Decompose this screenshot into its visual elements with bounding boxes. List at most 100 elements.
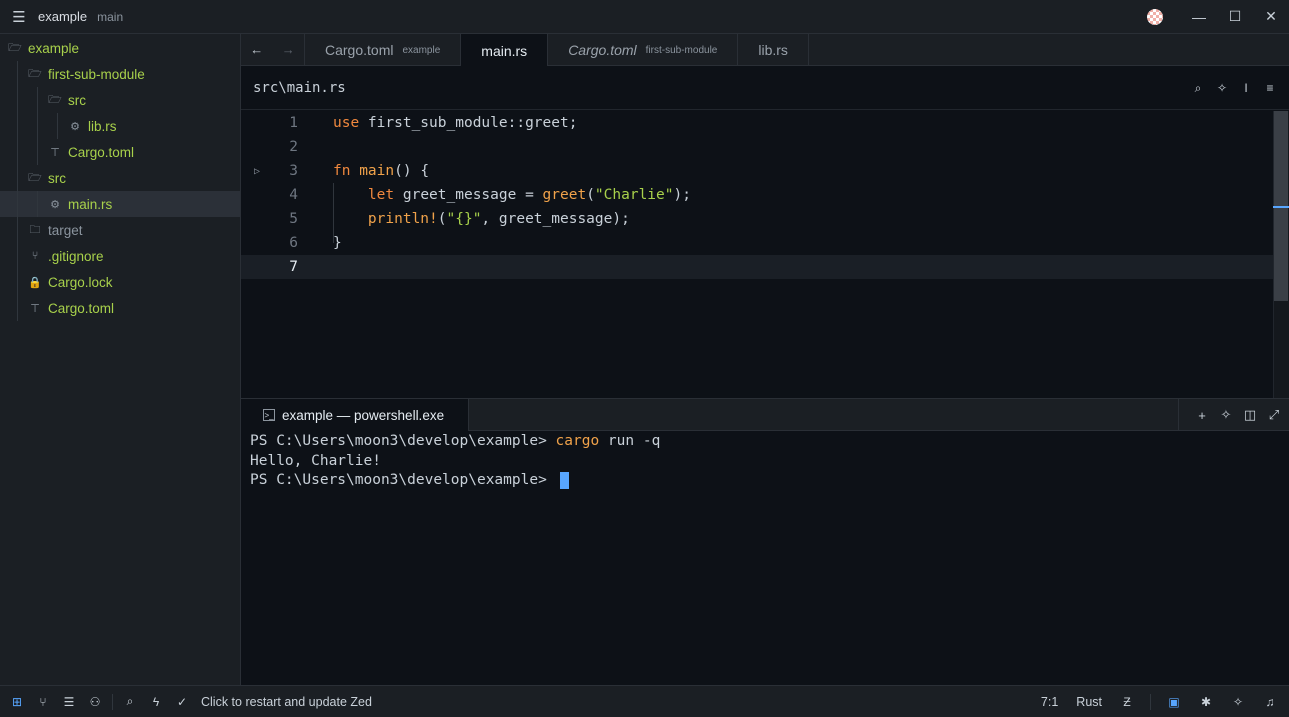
code-text: use first_sub_module::greet; bbox=[333, 115, 577, 131]
tabs: Cargo.toml example main.rs Cargo.toml first-… bbox=[305, 34, 809, 67]
check-icon[interactable]: ✓ bbox=[169, 695, 195, 709]
terminal-tab-bar: >_ example — powershell.exe + ✧ ◫ ⤢ bbox=[241, 398, 1289, 431]
lock-icon: 🔒 bbox=[28, 276, 42, 289]
tab-label: lib.rs bbox=[758, 42, 788, 58]
line-number: 3 bbox=[289, 163, 298, 179]
notification-bell-icon[interactable]: ♫ bbox=[1257, 695, 1283, 709]
maximize-button[interactable]: ☐ bbox=[1217, 0, 1253, 34]
git-icon: ⑂ bbox=[31, 250, 39, 262]
project-panel-icon[interactable]: ⊞ bbox=[4, 695, 30, 709]
code-text: let greet_message = greet("Charlie"); bbox=[333, 187, 691, 203]
assistant-sparkle-icon[interactable]: ✧ bbox=[1225, 695, 1251, 709]
tree-item[interactable]: ⚙ lib.rs bbox=[0, 113, 240, 139]
terminal-panel-icon[interactable]: ▣ bbox=[1161, 695, 1187, 709]
tree-item-label: Cargo.lock bbox=[48, 274, 113, 290]
language-selector[interactable]: Rust bbox=[1076, 695, 1102, 709]
code-token: main bbox=[359, 163, 395, 179]
status-right: 7:1 Rust Ƶ ▣ ✱ ✧ ♫ bbox=[1035, 686, 1283, 717]
settings-sliders-icon[interactable]: ≡ bbox=[1263, 81, 1277, 95]
avatar[interactable] bbox=[1147, 8, 1163, 25]
cursor-position[interactable]: 7:1 bbox=[1041, 695, 1058, 709]
code-line[interactable]: ▷ 3 fn main() { bbox=[241, 159, 1273, 183]
indent-guide bbox=[17, 139, 18, 165]
code-line[interactable]: 4 let greet_message = greet("Charlie"); bbox=[241, 183, 1273, 207]
code-text: } bbox=[333, 235, 342, 251]
tree-item[interactable]: 🗀 target bbox=[0, 217, 240, 243]
minimize-button[interactable]: — bbox=[1181, 0, 1217, 34]
indent-guide bbox=[17, 269, 18, 295]
tree-item[interactable]: ⊤ Cargo.toml bbox=[0, 295, 240, 321]
tree-item[interactable]: 🗁 src bbox=[0, 87, 240, 113]
scrollbar-cursor-marker bbox=[1273, 206, 1289, 208]
indent-guide bbox=[37, 87, 38, 113]
collaboration-users-icon[interactable]: ⚇ bbox=[82, 695, 108, 709]
tree-item[interactable]: ⚙ main.rs bbox=[0, 191, 240, 217]
split-pane-icon[interactable]: ◫ bbox=[1243, 407, 1257, 423]
terminal-output[interactable]: PS C:\Users\moon3\develop\example> cargo… bbox=[241, 431, 1289, 685]
tree-item-label: src bbox=[48, 170, 66, 186]
tree-item[interactable]: 🗁 src bbox=[0, 165, 240, 191]
assistant-sparkle-icon[interactable]: ✧ bbox=[1219, 407, 1233, 423]
assistant-sparkle-icon[interactable]: ✧ bbox=[1215, 81, 1229, 95]
lightning-icon[interactable]: ϟ bbox=[143, 695, 169, 709]
tree-item-label: src bbox=[68, 92, 86, 108]
code-line[interactable]: 1 use first_sub_module::greet; bbox=[241, 111, 1273, 135]
code-line[interactable]: 7 bbox=[241, 255, 1273, 279]
project-name[interactable]: example bbox=[38, 9, 87, 24]
tree-item-label: target bbox=[48, 222, 83, 238]
code-line[interactable]: 6} bbox=[241, 231, 1273, 255]
code-token: "{}" bbox=[446, 211, 482, 227]
status-divider bbox=[1150, 694, 1151, 710]
new-terminal-plus-icon[interactable]: + bbox=[1195, 408, 1209, 423]
tab[interactable]: main.rs bbox=[461, 34, 549, 67]
code-token: greet bbox=[542, 187, 587, 203]
code-line[interactable]: 2 bbox=[241, 135, 1273, 159]
maximize-panel-icon[interactable]: ⤢ bbox=[1267, 407, 1281, 423]
tab-label: Cargo.toml bbox=[325, 42, 394, 58]
tree-item[interactable]: 🗁 first-sub-module bbox=[0, 61, 240, 87]
git-branch-icon[interactable]: ⑂ bbox=[30, 695, 56, 709]
tree-item[interactable]: 🔒 Cargo.lock bbox=[0, 269, 240, 295]
debug-bug-icon[interactable]: ✱ bbox=[1193, 695, 1219, 709]
run-icon[interactable]: ▷ bbox=[254, 166, 266, 177]
terminal-tab[interactable]: >_ example — powershell.exe bbox=[241, 399, 470, 431]
code-token: println! bbox=[367, 211, 438, 227]
editor-scrollbar[interactable] bbox=[1273, 111, 1289, 398]
tree-item[interactable]: 🗁 example bbox=[0, 35, 240, 61]
code-token: "Charlie" bbox=[594, 187, 674, 203]
tab[interactable]: Cargo.toml example bbox=[305, 34, 462, 66]
breadcrumb: src\main.rs ⌕ ✧ I ≡ bbox=[241, 66, 1289, 110]
code-text: println!("{}", greet_message); bbox=[333, 211, 630, 227]
terminal-line: PS C:\Users\moon3\develop\example> bbox=[250, 471, 1280, 491]
code-token: ( bbox=[586, 187, 595, 203]
outline-list-icon[interactable]: ☰ bbox=[56, 695, 82, 709]
tree-item[interactable]: ⑂ .gitignore bbox=[0, 243, 240, 269]
close-button[interactable]: ✕ bbox=[1253, 0, 1289, 34]
tree-item[interactable]: ⊤ Cargo.toml bbox=[0, 139, 240, 165]
branch-name[interactable]: main bbox=[97, 10, 123, 24]
tab[interactable]: Cargo.toml first-sub-module bbox=[548, 34, 739, 66]
indent-guide bbox=[17, 61, 18, 87]
indent-guide bbox=[17, 243, 18, 269]
code-token: first_sub_module::greet; bbox=[359, 115, 578, 131]
update-message[interactable]: Click to restart and update Zed bbox=[201, 695, 372, 709]
hamburger-menu-icon[interactable]: ☰ bbox=[0, 0, 38, 34]
tab[interactable]: lib.rs bbox=[738, 34, 809, 66]
search-icon[interactable]: ⌕ bbox=[1191, 81, 1205, 96]
indent-guide bbox=[17, 87, 18, 113]
code-line[interactable]: 5 println!("{}", greet_message); bbox=[241, 207, 1273, 231]
text-cursor-icon[interactable]: I bbox=[1239, 81, 1253, 95]
zed-ai-icon[interactable]: Ƶ bbox=[1114, 695, 1140, 709]
search-icon[interactable]: ⌕ bbox=[117, 694, 143, 709]
back-arrow-icon[interactable]: ← bbox=[250, 42, 263, 57]
forward-arrow-icon[interactable]: → bbox=[282, 42, 295, 57]
indent-guide bbox=[17, 217, 18, 243]
tree-item-label: first-sub-module bbox=[48, 66, 145, 82]
line-number: 2 bbox=[289, 139, 298, 155]
line-number: 4 bbox=[289, 187, 298, 203]
tree-item-label: lib.rs bbox=[88, 118, 117, 134]
terminal-toolbar: + ✧ ◫ ⤢ bbox=[1178, 399, 1281, 431]
project-panel: 🗁 example 🗁 first-sub-module 🗁 src ⚙ lib.rs ⊤ Car… bbox=[0, 34, 241, 685]
breadcrumb-path[interactable]: src\main.rs bbox=[253, 80, 346, 96]
code-editor[interactable]: 7 6} 5 println!("{}", greet_message); 4 let… bbox=[241, 111, 1289, 398]
